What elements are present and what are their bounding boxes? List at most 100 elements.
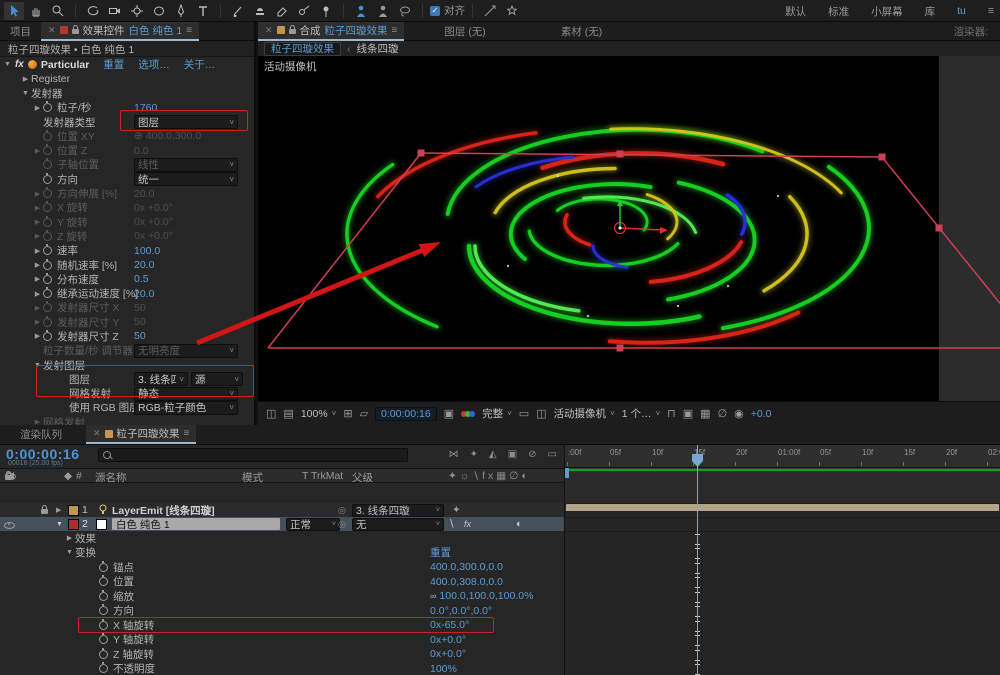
layer-row-2-selected[interactable]: ▼ 2 白色 纯色 1 正常˅ ◎ 无˅ ∖ fx ◐	[0, 517, 565, 531]
action-link[interactable]: 重置	[430, 545, 451, 560]
param-value[interactable]: 50	[134, 330, 146, 342]
stopwatch-icon[interactable]	[99, 650, 108, 659]
param-value[interactable]: 0x +0.0°	[134, 230, 173, 242]
snapshot-camera-icon[interactable]: ▣	[444, 407, 454, 420]
3d-layer-switch-icon[interactable]: ◐	[516, 517, 522, 531]
workspace-default[interactable]: 默认	[785, 4, 806, 19]
param-row[interactable]: 不透明度100%	[0, 662, 565, 675]
character-panel-icon[interactable]	[351, 2, 371, 20]
tab-effect-controls[interactable]: ✕ 效果控件 白色 纯色 1 ≡	[41, 22, 199, 41]
exposure-value[interactable]: +0.0	[751, 408, 772, 420]
expand-arrow-icon[interactable]: ▶	[32, 247, 43, 255]
camera-tool-icon[interactable]	[105, 2, 125, 20]
expand-arrow-icon[interactable]: ▶	[64, 534, 75, 542]
workspace-library[interactable]: 库	[925, 4, 936, 19]
param-row[interactable]: ▼发射图层	[0, 358, 254, 372]
param-row[interactable]: Z 轴旋转0x+0.0°	[0, 647, 565, 662]
grid-guides-icon[interactable]: ⊞	[343, 407, 352, 420]
param-value[interactable]: 100.0	[134, 245, 160, 257]
eraser-tool-icon[interactable]	[272, 2, 292, 20]
motion-blur-icon[interactable]: ⊘	[528, 449, 536, 460]
about-link[interactable]: 关于…	[184, 57, 216, 72]
number-column-header[interactable]: #	[76, 470, 82, 482]
dropdown[interactable]: 统一˅	[134, 172, 238, 186]
stopwatch-icon[interactable]	[43, 160, 52, 169]
param-row[interactable]: ▶发射器尺寸 Y50	[0, 315, 254, 329]
effects-switch-icon[interactable]: fx	[464, 517, 471, 531]
parent-dropdown[interactable]: 无˅	[352, 517, 444, 531]
workspace-small-screen[interactable]: 小屏幕	[871, 4, 903, 19]
pickwhip-icon[interactable]: ◎	[338, 517, 346, 531]
param-value[interactable]: 50	[134, 302, 146, 314]
param-row[interactable]: ▶随机速率 [%]20.0	[0, 258, 254, 272]
expand-arrow-icon[interactable]: ▶	[32, 290, 43, 298]
param-row[interactable]: ▶发射器尺寸 X50	[0, 301, 254, 315]
layer-row-1[interactable]: ▶ 1 LayerEmit [线条四璇] ◎ 3. 线条四璇˅ ✦	[0, 503, 565, 517]
playhead-marker[interactable]	[692, 454, 703, 467]
dropdown[interactable]: 静态˅	[134, 387, 238, 401]
stopwatch-icon[interactable]	[99, 621, 108, 630]
tab-layer-viewer[interactable]: 图层 (无)	[434, 24, 495, 39]
param-value[interactable]: 0.0	[134, 145, 149, 157]
param-value[interactable]: 20.0	[134, 288, 154, 300]
collapse-arrow-icon[interactable]: ▼	[32, 362, 43, 369]
layer-label-color[interactable]	[68, 503, 79, 517]
stopwatch-icon[interactable]	[43, 132, 52, 141]
selection-tool-icon[interactable]	[4, 2, 24, 20]
magnification-dropdown[interactable]: 100%˅	[301, 408, 337, 420]
frame-blending-icon[interactable]: ▣	[508, 449, 517, 460]
crumb-nested-comp[interactable]: 线条四璇	[357, 41, 399, 56]
timeline-track-area[interactable]: :00f05f10f15f20f01:00f05f10f15f20f02:00f	[565, 445, 1000, 675]
stopwatch-icon[interactable]	[43, 318, 52, 327]
param-row[interactable]: ▶X 旋转0x +0.0°	[0, 201, 254, 215]
param-row[interactable]: 粒子数量/秒 调节器无明亮度˅	[0, 344, 254, 358]
panel-menu-icon[interactable]: ≡	[392, 25, 398, 36]
clone-stamp-tool-icon[interactable]	[250, 2, 270, 20]
composition-mini-flowchart-icon[interactable]: ⋈	[449, 449, 459, 460]
tab-footage-viewer[interactable]: 素材 (无)	[551, 24, 612, 39]
param-row[interactable]: 缩放∞100.0,100.0,100.0%	[0, 589, 565, 604]
param-row[interactable]: 发射器类型图层˅	[0, 115, 254, 129]
param-row[interactable]: 位置400.0,308.0,0.0	[0, 575, 565, 590]
video-visibility-icon[interactable]	[4, 517, 15, 531]
stopwatch-icon[interactable]	[43, 232, 52, 241]
expand-arrow-icon[interactable]: ▶	[32, 304, 43, 312]
expand-arrow-icon[interactable]: ▶	[32, 190, 43, 198]
stopwatch-icon[interactable]	[43, 303, 52, 312]
stopwatch-icon[interactable]	[43, 289, 52, 298]
expand-arrow-icon[interactable]: ▶	[32, 218, 43, 226]
param-value[interactable]: 50	[134, 316, 146, 328]
pixel-aspect-icon[interactable]: ⊓	[667, 407, 676, 420]
workspace-menu-icon[interactable]: ≡	[988, 5, 994, 17]
layer-name-editing[interactable]: 白色 纯色 1	[112, 517, 280, 531]
tab-composition[interactable]: ✕ 合成 粒子四璇效果 ≡	[258, 22, 404, 41]
param-row[interactable]: 锚点400.0,300.0,0.0	[0, 560, 565, 575]
tab-project[interactable]: 项目	[0, 24, 41, 39]
expand-arrow-icon[interactable]: ▶	[56, 503, 61, 517]
dropdown[interactable]: 图层˅	[134, 115, 238, 129]
stopwatch-icon[interactable]	[99, 664, 108, 673]
close-tab-icon[interactable]: ✕	[93, 428, 101, 439]
param-value[interactable]: 0x +0.0°	[134, 202, 173, 214]
stopwatch-icon[interactable]	[43, 246, 52, 255]
parent-column-header[interactable]: 父级	[352, 470, 373, 485]
parent-dropdown[interactable]: 3. 线条四璇˅	[352, 503, 444, 517]
layer-label-color[interactable]	[68, 517, 79, 531]
view-layout-dropdown[interactable]: 1 个…˅	[622, 406, 660, 421]
trkmat-column-header[interactable]: T TrkMat	[302, 470, 343, 482]
stopwatch-icon[interactable]	[99, 563, 108, 572]
param-value[interactable]: 0.5	[134, 273, 149, 285]
collapse-arrow-icon[interactable]: ▼	[4, 61, 11, 68]
type-tool-icon[interactable]	[193, 2, 213, 20]
star-tool-icon[interactable]	[502, 2, 522, 20]
pen-tool-icon[interactable]	[171, 2, 191, 20]
tab-render-queue[interactable]: 渲染队列	[10, 427, 72, 442]
stopwatch-icon[interactable]	[43, 103, 52, 112]
param-row[interactable]: ▶Z 旋转0x +0.0°	[0, 229, 254, 243]
stopwatch-icon[interactable]	[99, 592, 108, 601]
param-row[interactable]: ▶Y 旋转0x +0.0°	[0, 215, 254, 229]
stopwatch-icon[interactable]	[43, 261, 52, 270]
reset-link[interactable]: 重置	[103, 57, 124, 72]
pickwhip-icon[interactable]: ◎	[338, 503, 346, 517]
param-row[interactable]: 方向0.0°,0.0°,0.0°	[0, 604, 565, 619]
